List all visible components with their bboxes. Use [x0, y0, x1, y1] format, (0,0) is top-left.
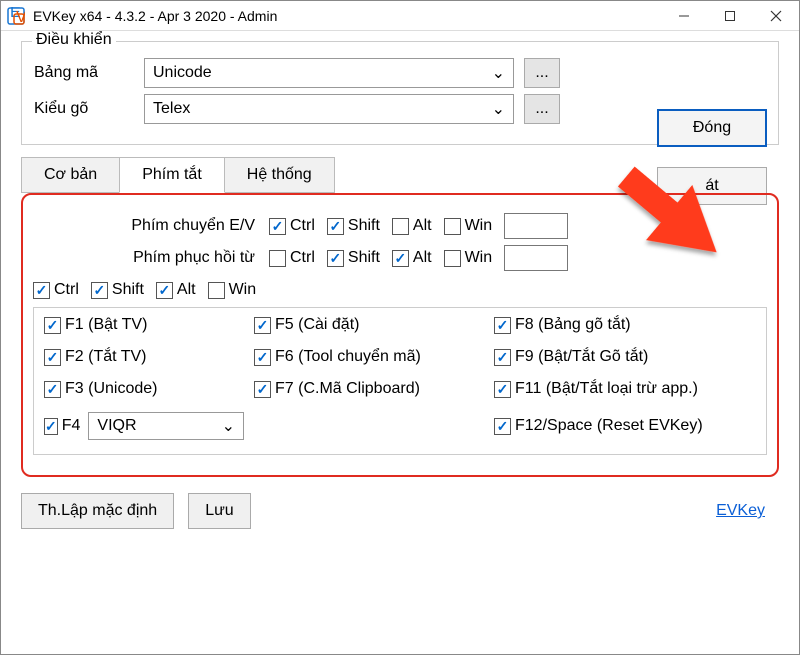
tab-shortcut[interactable]: Phím tắt: [119, 157, 225, 193]
f1-checkbox[interactable]: [44, 317, 61, 334]
kieugo-label: Kiểu gõ: [34, 100, 144, 118]
app-icon: EV: [7, 7, 25, 25]
kieugo-select[interactable]: Telex ⌄: [144, 94, 514, 124]
ev-ctrl-checkbox[interactable]: [269, 218, 286, 235]
default-settings-button[interactable]: Th.Lập mặc định: [21, 493, 174, 529]
highlight-box: Phím chuyển E/V Ctrl Shift Alt Win Phím …: [21, 193, 779, 477]
evkey-link[interactable]: EVKey: [716, 502, 765, 520]
bottom-bar: Th.Lập mặc định Lưu EVKey: [1, 485, 799, 537]
chevron-down-icon: ⌄: [492, 63, 505, 83]
bangma-label: Bảng mã: [34, 64, 144, 82]
restore-win-checkbox[interactable]: [444, 250, 461, 267]
f9-checkbox[interactable]: [494, 349, 511, 366]
bangma-select[interactable]: Unicode ⌄: [144, 58, 514, 88]
f5-checkbox[interactable]: [254, 317, 271, 334]
ev-win-checkbox[interactable]: [444, 218, 461, 235]
f12-checkbox[interactable]: [494, 418, 511, 435]
restore-shift-checkbox[interactable]: [327, 250, 344, 267]
save-button[interactable]: Lưu: [188, 493, 251, 529]
close-button[interactable]: Đóng: [657, 109, 767, 147]
ev-switch-label: Phím chuyển E/V: [33, 217, 263, 235]
f6-checkbox[interactable]: [254, 349, 271, 366]
restore-label: Phím phục hồi từ: [33, 249, 263, 267]
chevron-down-icon: ⌄: [222, 416, 235, 436]
global-ctrl-checkbox[interactable]: [33, 282, 50, 299]
window-title: EVKey x64 - 4.3.2 - Apr 3 2020 - Admin: [33, 8, 661, 24]
global-alt-checkbox[interactable]: [156, 282, 173, 299]
window-close-button[interactable]: [753, 1, 799, 31]
title-bar: EV EVKey x64 - 4.3.2 - Apr 3 2020 - Admi…: [1, 1, 799, 31]
f4-checkbox[interactable]: [44, 418, 58, 435]
tab-basic[interactable]: Cơ bản: [21, 157, 120, 193]
chevron-down-icon: ⌄: [492, 99, 505, 119]
f7-checkbox[interactable]: [254, 381, 271, 398]
global-win-checkbox[interactable]: [208, 282, 225, 299]
bangma-value: Unicode: [153, 64, 212, 82]
maximize-button[interactable]: [707, 1, 753, 31]
tab-system[interactable]: Hệ thống: [224, 157, 335, 193]
f8-checkbox[interactable]: [494, 317, 511, 334]
f3-checkbox[interactable]: [44, 381, 61, 398]
global-shift-checkbox[interactable]: [91, 282, 108, 299]
group-title: Điều khiển: [32, 31, 116, 49]
restore-alt-checkbox[interactable]: [392, 250, 409, 267]
kieugo-value: Telex: [153, 100, 190, 118]
bangma-more-button[interactable]: ...: [524, 58, 560, 88]
ev-alt-checkbox[interactable]: [392, 218, 409, 235]
ev-key-input[interactable]: [504, 213, 568, 239]
svg-text:V: V: [16, 9, 25, 25]
kieugo-more-button[interactable]: ...: [524, 94, 560, 124]
f4-select[interactable]: VIQR ⌄: [88, 412, 244, 440]
f11-checkbox[interactable]: [494, 381, 511, 398]
minimize-button[interactable]: [661, 1, 707, 31]
restore-ctrl-checkbox[interactable]: [269, 250, 286, 267]
restore-key-input[interactable]: [504, 245, 568, 271]
f2-checkbox[interactable]: [44, 349, 61, 366]
ev-shift-checkbox[interactable]: [327, 218, 344, 235]
fn-grid: F1 (Bật TV) F5 (Cài đặt) F8 (Bảng gõ tắt…: [33, 307, 767, 455]
